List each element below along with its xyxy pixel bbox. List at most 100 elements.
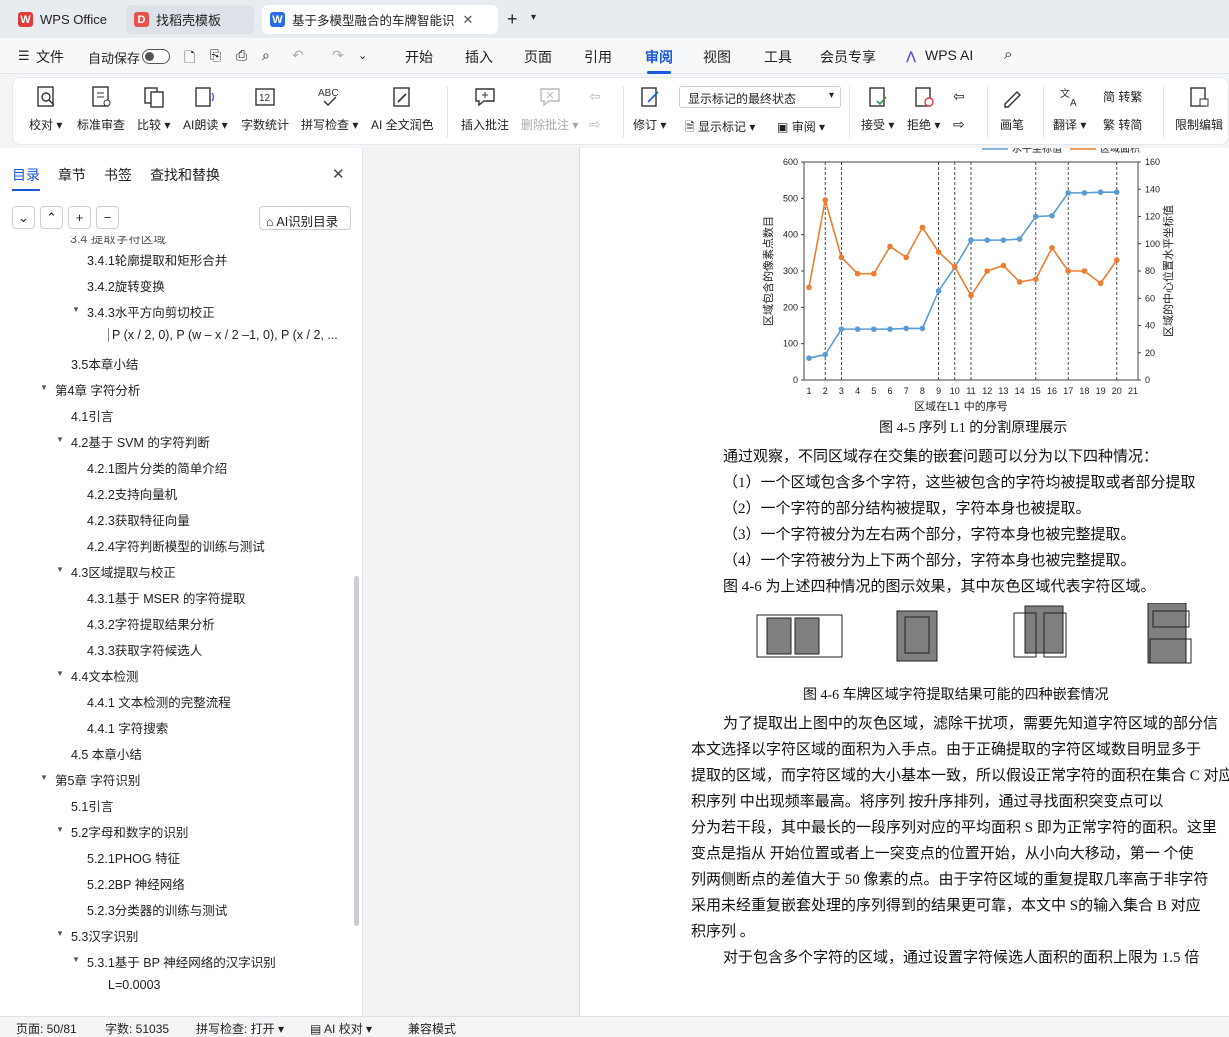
tab-chapters[interactable]: 章节 — [58, 165, 86, 185]
ai-toc-button[interactable]: ⌂ AI识别目录 — [259, 206, 351, 230]
toc-item[interactable]: 4.3.3获取字符候选人 — [87, 640, 202, 659]
toc-item[interactable]: 3.4.1轮廓提取和矩形合并 — [87, 250, 227, 269]
insert-comment-button[interactable]: 插入批注 — [461, 84, 509, 133]
expand-caret-icon[interactable]: ▼ — [72, 955, 80, 964]
menu-file[interactable]: 文件 — [36, 47, 64, 67]
toc-item[interactable]: 4.4文本检测 — [71, 666, 138, 685]
toc-item[interactable]: 4.2.2支持向量机 — [87, 484, 177, 503]
tab-template[interactable]: D 找稻壳模板 — [126, 5, 254, 34]
toc-item[interactable]: 5.2字母和数字的识别 — [71, 822, 188, 841]
to-simplified-button[interactable]: 繁 转简 — [1103, 116, 1142, 133]
next-comment-icon[interactable]: ⇨ — [589, 116, 601, 133]
spell-check-indicator[interactable]: 拼写检查: 打开 ▾ — [196, 1020, 284, 1037]
toc-item[interactable]: 4.1引言 — [71, 406, 113, 425]
toc-item[interactable]: 5.2.3分类器的训练与测试 — [87, 900, 227, 919]
menu-view[interactable]: 视图 — [703, 47, 731, 67]
ink-button[interactable]: 画笔 — [999, 84, 1025, 133]
word-count-indicator[interactable]: 字数: 51035 — [105, 1020, 169, 1037]
toc-item[interactable]: 4.3.1基于 MSER 的字符提取 — [87, 588, 245, 607]
toc-item[interactable]: 3.4.2旋转变换 — [87, 276, 165, 295]
prev-change-icon[interactable]: ⇦ — [953, 88, 965, 105]
expand-caret-icon[interactable]: ▼ — [56, 565, 64, 574]
toc-item[interactable]: L=0.0003 — [108, 978, 160, 992]
menu-icon[interactable]: ☰ — [18, 48, 30, 64]
toc-item[interactable]: 5.3.1基于 BP 神经网络的汉字识别 — [87, 952, 276, 971]
search-icon[interactable]: ⌕ — [1004, 46, 1012, 63]
ai-read-button[interactable]: AI朗读 ▾ — [183, 84, 228, 133]
toc-item-partial[interactable]: 3.4 提取字符区域 — [70, 236, 166, 247]
menu-start[interactable]: 开始 — [405, 47, 433, 67]
expand-up-button[interactable]: ⌃ — [40, 206, 63, 229]
track-changes-button[interactable]: 修订 ▾ — [633, 84, 666, 133]
toc-item[interactable]: 5.3汉字识别 — [71, 926, 138, 945]
toc-item[interactable]: 第5章 字符识别 — [55, 770, 140, 789]
word-count-button[interactable]: 12 字数统计 — [241, 84, 289, 133]
collapse-all-button[interactable]: ⌄ — [12, 206, 35, 229]
reject-button[interactable]: 拒绝 ▾ — [907, 84, 940, 133]
scrollbar-thumb[interactable] — [354, 576, 359, 926]
toc-item[interactable]: 4.3区域提取与校正 — [71, 562, 176, 581]
tab-toc[interactable]: 目录 — [12, 165, 40, 191]
export-icon[interactable]: ⎘ — [210, 47, 221, 64]
menu-insert[interactable]: 插入 — [465, 47, 493, 67]
toc-item[interactable]: 4.2.1图片分类的简单介绍 — [87, 458, 227, 477]
toc-item[interactable]: 第4章 字符分析 — [55, 380, 140, 399]
expand-caret-icon[interactable]: ▼ — [56, 825, 64, 834]
toc-item[interactable]: 5.2.2BP 神经网络 — [87, 874, 185, 893]
toc-item[interactable]: 5.1引言 — [71, 796, 113, 815]
toc-item[interactable]: 4.4.1 字符搜索 — [87, 718, 168, 737]
spell-check-button[interactable]: ABC 拼写检查 ▾ — [301, 84, 358, 133]
tab-document[interactable]: W 基于多模型融合的车牌智能识 ✕ — [262, 5, 498, 34]
compare-button[interactable]: 比较 ▾ — [137, 84, 170, 133]
toc-item[interactable]: 3.4.3水平方向剪切校正 — [87, 302, 215, 321]
toc-item[interactable]: 4.2.4字符判断模型的训练与测试 — [87, 536, 265, 555]
expand-caret-icon[interactable]: ▼ — [56, 929, 64, 938]
markup-mode-select[interactable]: 显示标记的最终状态 ▾ — [679, 86, 841, 108]
toc-item[interactable]: 4.2基于 SVM 的字符判断 — [71, 432, 210, 451]
tab-bookmarks[interactable]: 书签 — [104, 165, 132, 185]
add-heading-button[interactable]: + — [68, 206, 91, 229]
menu-wps-ai[interactable]: WPS AI — [925, 47, 973, 63]
expand-caret-icon[interactable]: ▼ — [56, 669, 64, 678]
toc-item[interactable]: 3.5本章小结 — [71, 354, 138, 373]
print-preview-icon[interactable]: ⌕ — [262, 47, 270, 64]
expand-caret-icon[interactable]: ▼ — [40, 773, 48, 782]
ai-proofread-indicator[interactable]: ▤ AI 校对 ▾ — [310, 1020, 372, 1037]
toc-item[interactable]: 4.3.2字符提取结果分析 — [87, 614, 215, 633]
close-icon[interactable]: ✕ — [332, 165, 345, 183]
toc-item[interactable]: 5.2.1PHOG 特征 — [87, 848, 180, 867]
tab-wps-office[interactable]: W WPS Office — [10, 5, 120, 34]
more-icon[interactable]: ⌄ — [358, 49, 367, 62]
expand-caret-icon[interactable]: ▼ — [56, 435, 64, 444]
print-icon[interactable]: ⎙ — [236, 47, 247, 64]
translate-button[interactable]: 文 A 翻译 ▾ — [1053, 84, 1086, 133]
toc-item[interactable]: 4.2.3获取特征向量 — [87, 510, 190, 529]
expand-caret-icon[interactable]: ▼ — [72, 305, 80, 314]
review-pane-button[interactable]: ▣ 审阅 ▾ — [777, 118, 825, 135]
restrict-edit-button[interactable]: 限制编辑 — [1175, 84, 1223, 133]
page-indicator[interactable]: 页面: 50/81 — [16, 1020, 77, 1037]
new-tab-button[interactable]: + — [507, 9, 518, 30]
expand-caret-icon[interactable]: ▼ — [40, 383, 48, 392]
redo-icon[interactable]: ↷ — [332, 47, 344, 64]
standard-review-button[interactable]: 标准审查 — [77, 84, 125, 133]
save-icon[interactable]: 🗋 — [184, 47, 195, 71]
menu-review[interactable]: 审阅 — [645, 47, 673, 74]
close-icon[interactable]: ✕ — [463, 12, 474, 28]
next-change-icon[interactable]: ⇨ — [953, 116, 965, 133]
toc-item[interactable]: P (x / 2, 0), P (w – x / 2 –1, 0), P (x … — [108, 328, 338, 342]
prev-comment-icon[interactable]: ⇦ — [589, 88, 601, 105]
accept-button[interactable]: 接受 ▾ — [861, 84, 894, 133]
menu-tools[interactable]: 工具 — [764, 47, 792, 67]
remove-heading-button[interactable]: − — [96, 206, 119, 229]
toc-item[interactable]: 4.5 本章小结 — [71, 744, 142, 763]
delete-comment-button[interactable]: 删除批注 ▾ — [521, 84, 578, 133]
show-markup-button[interactable]: 🗎 显示标记 ▾ — [685, 118, 755, 139]
ai-polish-button[interactable]: AI 全文润色 — [371, 84, 434, 133]
chevron-down-icon[interactable]: ▾ — [531, 12, 536, 23]
tab-find-replace[interactable]: 查找和替换 — [150, 165, 220, 185]
proofread-button[interactable]: 校对 ▾ — [29, 84, 62, 133]
menu-member[interactable]: 会员专享 — [820, 47, 876, 67]
menu-reference[interactable]: 引用 — [584, 47, 612, 67]
autosave-toggle[interactable] — [142, 49, 170, 64]
